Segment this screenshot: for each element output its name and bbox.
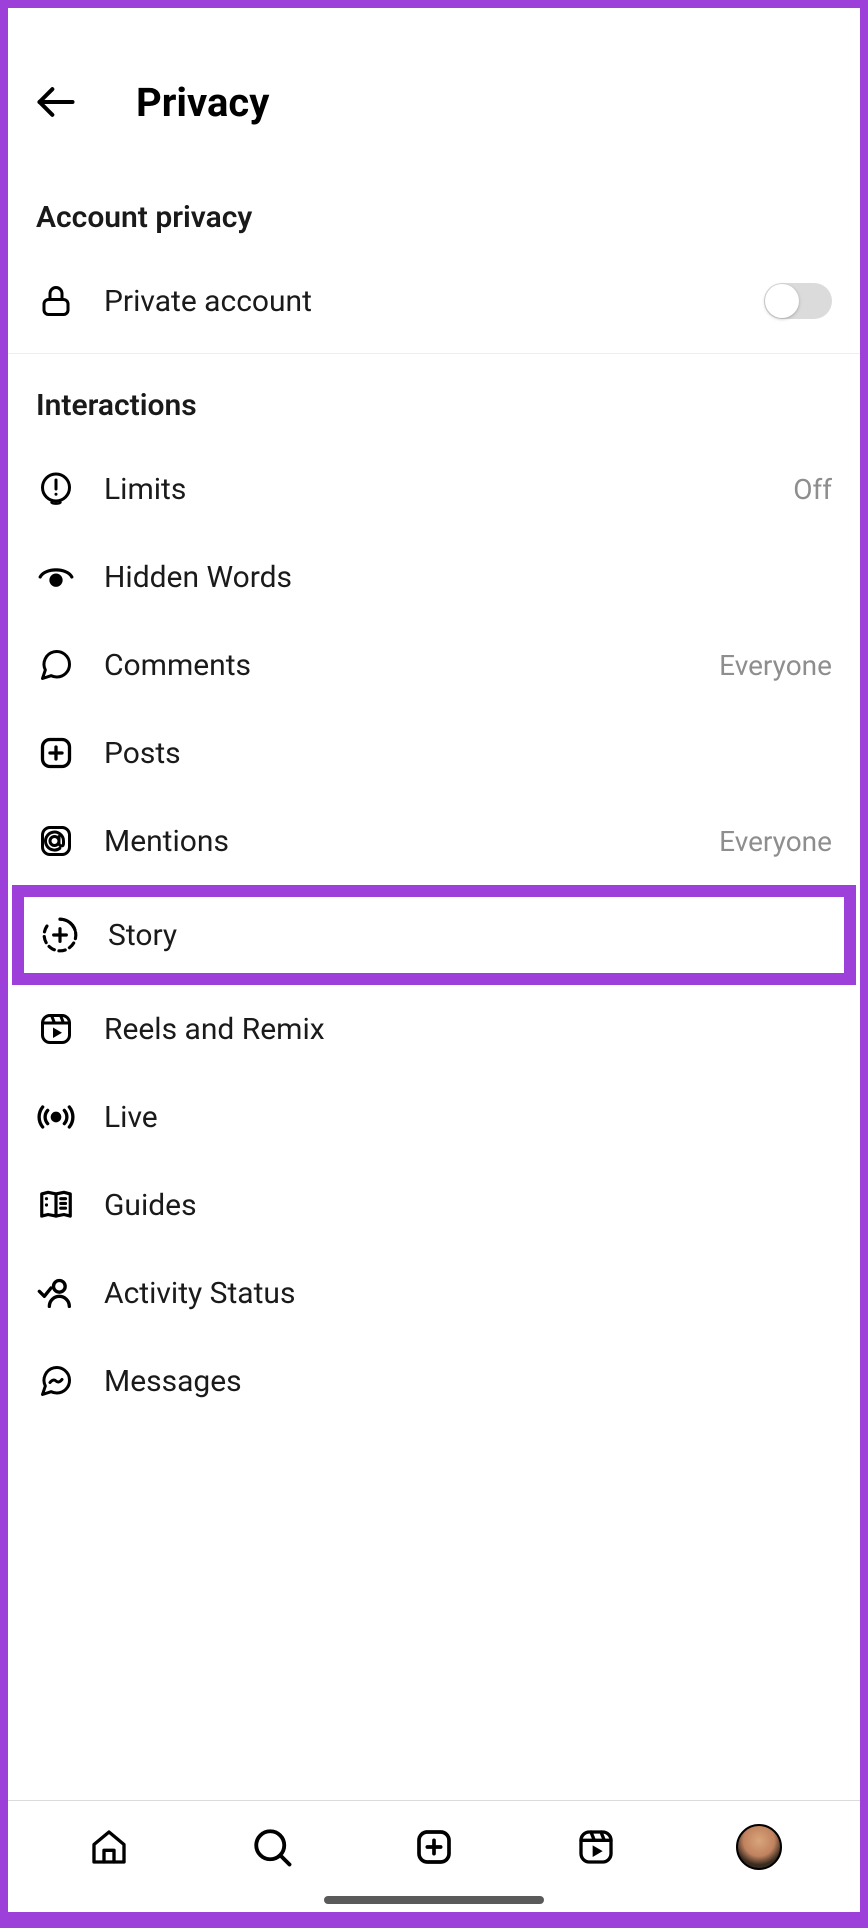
nav-profile[interactable]: [735, 1823, 783, 1871]
comment-icon: [36, 645, 76, 685]
search-icon: [251, 1826, 293, 1868]
hidden-words-row[interactable]: Hidden Words: [8, 533, 860, 621]
live-label: Live: [104, 1100, 832, 1135]
limits-label: Limits: [104, 472, 765, 507]
reels-label: Reels and Remix: [104, 1012, 832, 1047]
mentions-label: Mentions: [104, 824, 691, 859]
activity-status-row[interactable]: Activity Status: [8, 1249, 860, 1337]
limits-icon: [36, 469, 76, 509]
private-account-row[interactable]: Private account: [8, 257, 860, 345]
reels-row[interactable]: Reels and Remix: [8, 985, 860, 1073]
activity-status-label: Activity Status: [104, 1276, 832, 1311]
posts-row[interactable]: Posts: [8, 709, 860, 797]
posts-label: Posts: [104, 736, 832, 771]
messages-row[interactable]: Messages: [8, 1337, 860, 1425]
reels-icon: [36, 1009, 76, 1049]
home-indicator: [324, 1896, 544, 1904]
nav-reels[interactable]: [572, 1823, 620, 1871]
page-title: Privacy: [136, 79, 269, 126]
story-icon: [40, 915, 80, 955]
arrow-left-icon: [34, 80, 78, 124]
reels-nav-icon: [576, 1827, 616, 1867]
limits-row[interactable]: Limits Off: [8, 445, 860, 533]
messages-icon: [36, 1361, 76, 1401]
comments-row[interactable]: Comments Everyone: [8, 621, 860, 709]
activity-status-icon: [36, 1273, 76, 1313]
mentions-icon: [36, 821, 76, 861]
guides-row[interactable]: Guides: [8, 1161, 860, 1249]
mentions-value: Everyone: [719, 825, 832, 858]
live-icon: [36, 1097, 76, 1137]
story-row[interactable]: Story: [24, 897, 844, 973]
create-icon: [414, 1827, 454, 1867]
back-button[interactable]: [32, 78, 80, 126]
mentions-row[interactable]: Mentions Everyone: [8, 797, 860, 885]
nav-create[interactable]: [410, 1823, 458, 1871]
hidden-words-label: Hidden Words: [104, 560, 832, 595]
limits-value: Off: [793, 473, 832, 506]
messages-label: Messages: [104, 1364, 832, 1399]
interactions-header: Interactions: [8, 354, 860, 445]
posts-icon: [36, 733, 76, 773]
private-account-toggle[interactable]: [764, 283, 832, 319]
live-row[interactable]: Live: [8, 1073, 860, 1161]
account-privacy-header: Account privacy: [8, 166, 860, 257]
nav-home[interactable]: [85, 1823, 133, 1871]
comments-label: Comments: [104, 648, 691, 683]
guides-icon: [36, 1185, 76, 1225]
avatar-icon: [736, 1824, 782, 1870]
guides-label: Guides: [104, 1188, 832, 1223]
nav-search[interactable]: [248, 1823, 296, 1871]
story-label: Story: [108, 918, 828, 953]
comments-value: Everyone: [719, 649, 832, 682]
private-account-label: Private account: [104, 284, 736, 319]
story-highlight: Story: [12, 885, 856, 985]
lock-icon: [36, 281, 76, 321]
home-icon: [89, 1827, 129, 1867]
hidden-words-icon: [36, 557, 76, 597]
